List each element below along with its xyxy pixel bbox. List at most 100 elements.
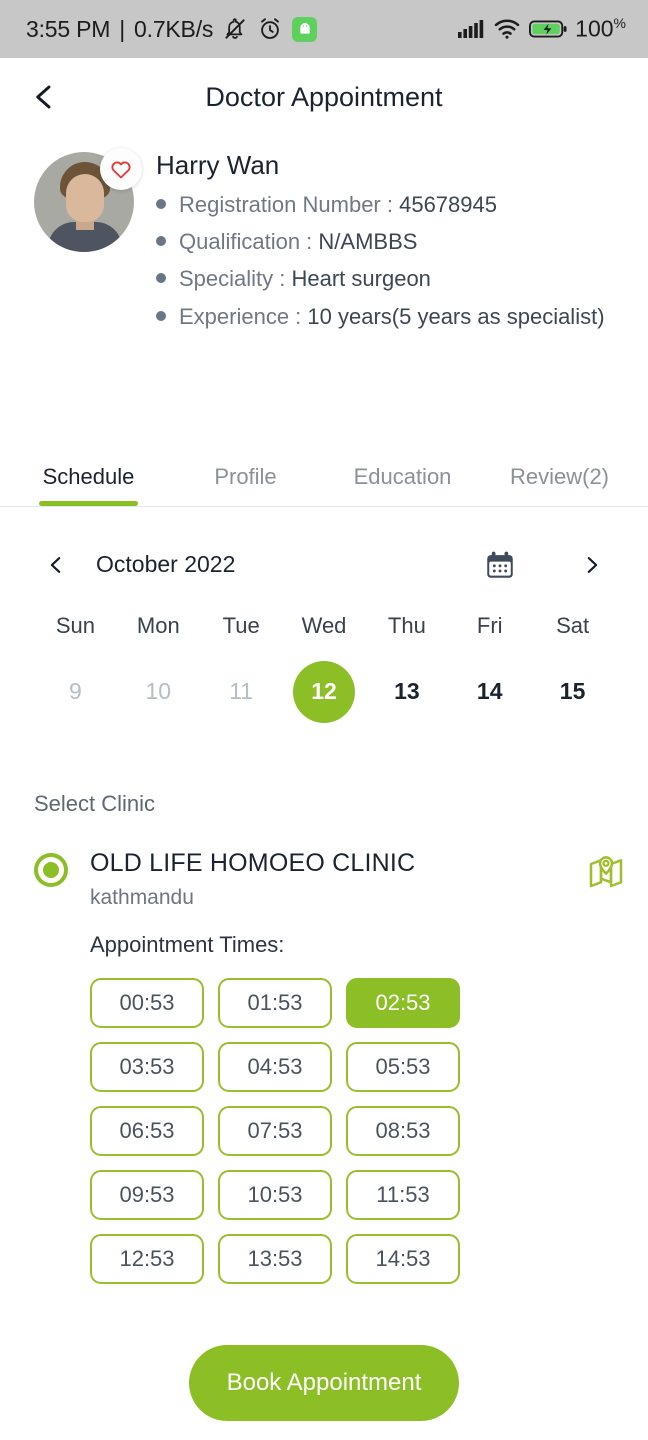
favorite-button[interactable]: [100, 148, 142, 190]
bullet-icon: [156, 236, 166, 247]
time-slot[interactable]: 10:53: [218, 1169, 332, 1220]
date-slot: 12: [283, 660, 366, 723]
clinic-address: kathmandu: [90, 885, 194, 909]
weekday-label: Sat: [556, 612, 590, 638]
weekday-cell: Fri: [448, 613, 531, 639]
weekday-cell: Thu: [365, 613, 448, 639]
tab-education[interactable]: Education: [324, 450, 481, 506]
weekday-label: Fri: [476, 612, 503, 638]
time-slot[interactable]: 01:53: [218, 977, 332, 1028]
tab-label: Schedule: [38, 464, 139, 506]
calendar-header: October 2022: [34, 529, 614, 601]
doctor-info: Harry Wan Registration Number : 45678945…: [156, 146, 626, 342]
tab-bar: Schedule Profile Education Review(2): [0, 450, 648, 507]
weekday-cell: Mon: [117, 613, 200, 639]
date-cell[interactable]: 11: [210, 661, 272, 723]
time-slot[interactable]: 12:53: [90, 1233, 204, 1284]
time-slot[interactable]: 14:53: [346, 1233, 460, 1284]
tab-label: Review(2): [509, 463, 610, 489]
time-slot[interactable]: 09:53: [90, 1169, 204, 1220]
detail-text: Experience : 10 years(5 years as special…: [179, 303, 605, 329]
tab-label: Education: [353, 463, 452, 489]
time-slot-grid: 00:53 01:53 02:53 03:53 04:53 05:53 06:5…: [90, 977, 574, 1284]
weekday-cell: Tue: [200, 613, 283, 639]
cellular-signal-icon: [458, 20, 484, 38]
select-clinic-heading: Select Clinic: [34, 790, 156, 816]
time-slot[interactable]: 00:53: [90, 977, 204, 1028]
date-cell[interactable]: 15: [542, 661, 604, 723]
detail-label: Qualification :: [179, 229, 319, 255]
weekday-label: Sun: [55, 612, 95, 638]
weekday-label: Wed: [301, 612, 347, 638]
doctor-name: Harry Wan: [156, 150, 280, 180]
status-time: 3:55 PM: [26, 15, 111, 42]
chevron-right-icon: [587, 556, 598, 573]
prev-month-button[interactable]: [34, 543, 78, 587]
avatar-face: [66, 174, 104, 222]
detail-label: Speciality :: [179, 266, 292, 292]
footer: Book Appointment: [0, 1345, 648, 1421]
next-month-button[interactable]: [570, 543, 614, 587]
heart-icon: [111, 161, 131, 179]
tab-review[interactable]: Review(2): [481, 450, 638, 506]
list-item: Experience : 10 years(5 years as special…: [156, 303, 626, 329]
battery-unit: %: [613, 15, 626, 32]
map-location-button[interactable]: [586, 853, 626, 893]
detail-text: Qualification : N/AMBBS: [179, 230, 417, 254]
time-slot[interactable]: 06:53: [90, 1105, 204, 1156]
weekday-label: Mon: [136, 612, 180, 638]
weekday-label: Tue: [222, 612, 260, 638]
date-cell[interactable]: 13: [376, 661, 438, 723]
time-slot[interactable]: 13:53: [218, 1233, 332, 1284]
time-slot[interactable]: 04:53: [218, 1041, 332, 1092]
bullet-icon: [156, 199, 166, 209]
battery-percent: 100%: [575, 15, 626, 43]
tab-schedule[interactable]: Schedule: [10, 450, 167, 506]
detail-label: Registration Number :: [179, 192, 400, 217]
weekday-row: Sun Mon Tue Wed Thu Fri Sat: [34, 613, 614, 639]
back-button[interactable]: [22, 75, 66, 119]
calendar-month-label: October 2022: [96, 551, 236, 578]
status-separator: |: [119, 15, 126, 42]
mute-bell-icon: [225, 18, 245, 39]
calendar-picker-button[interactable]: [478, 543, 522, 587]
date-slot: 15: [531, 661, 614, 723]
clinic-details: OLD LIFE HOMOEO CLINIC kathmandu Appoint…: [90, 849, 586, 1284]
bullet-icon: [156, 273, 166, 284]
page-title: Doctor Appointment: [205, 81, 443, 112]
android-app-icon: [292, 16, 318, 42]
detail-value: 10 years(5 years as specialist): [307, 303, 605, 329]
detail-value: N/AMBBS: [318, 229, 418, 255]
date-slot: 9: [34, 661, 117, 723]
tab-profile[interactable]: Profile: [167, 450, 324, 506]
doctor-card: Harry Wan Registration Number : 45678945…: [0, 136, 648, 342]
radio-selected-icon: [43, 861, 59, 878]
doctor-detail-list: Registration Number : 45678945 Qualifica…: [156, 192, 626, 329]
date-cell[interactable]: 10: [127, 661, 189, 723]
battery-charging-icon: [529, 20, 567, 38]
date-cell[interactable]: 9: [44, 661, 106, 723]
time-slot[interactable]: 05:53: [346, 1041, 460, 1092]
chevron-left-icon: [50, 556, 61, 573]
time-slot[interactable]: 03:53: [90, 1041, 204, 1092]
status-bar-left: 3:55 PM | 0.7KB/s: [26, 15, 318, 43]
date-slot: 10: [117, 661, 200, 723]
date-cell[interactable]: 14: [459, 661, 521, 723]
map-location-icon: [589, 855, 623, 887]
book-appointment-button[interactable]: Book Appointment: [189, 1345, 459, 1421]
time-slot[interactable]: 08:53: [346, 1105, 460, 1156]
weekday-label: Thu: [387, 612, 426, 638]
weekday-cell: Sat: [531, 613, 614, 639]
list-item: Speciality : Heart surgeon: [156, 267, 626, 291]
clinic-radio-button[interactable]: [34, 852, 68, 887]
time-slot[interactable]: 07:53: [218, 1105, 332, 1156]
tab-label: Profile: [214, 463, 277, 489]
time-slot[interactable]: 11:53: [346, 1169, 460, 1220]
network-speed: 0.7KB/s: [134, 15, 214, 42]
detail-text: Speciality : Heart surgeon: [179, 267, 431, 291]
time-slot-selected[interactable]: 02:53: [346, 977, 460, 1028]
list-item: Qualification : N/AMBBS: [156, 230, 626, 254]
app-header: Doctor Appointment: [0, 58, 648, 136]
date-slot: 13: [365, 661, 448, 723]
date-cell-selected[interactable]: 12: [293, 660, 355, 723]
